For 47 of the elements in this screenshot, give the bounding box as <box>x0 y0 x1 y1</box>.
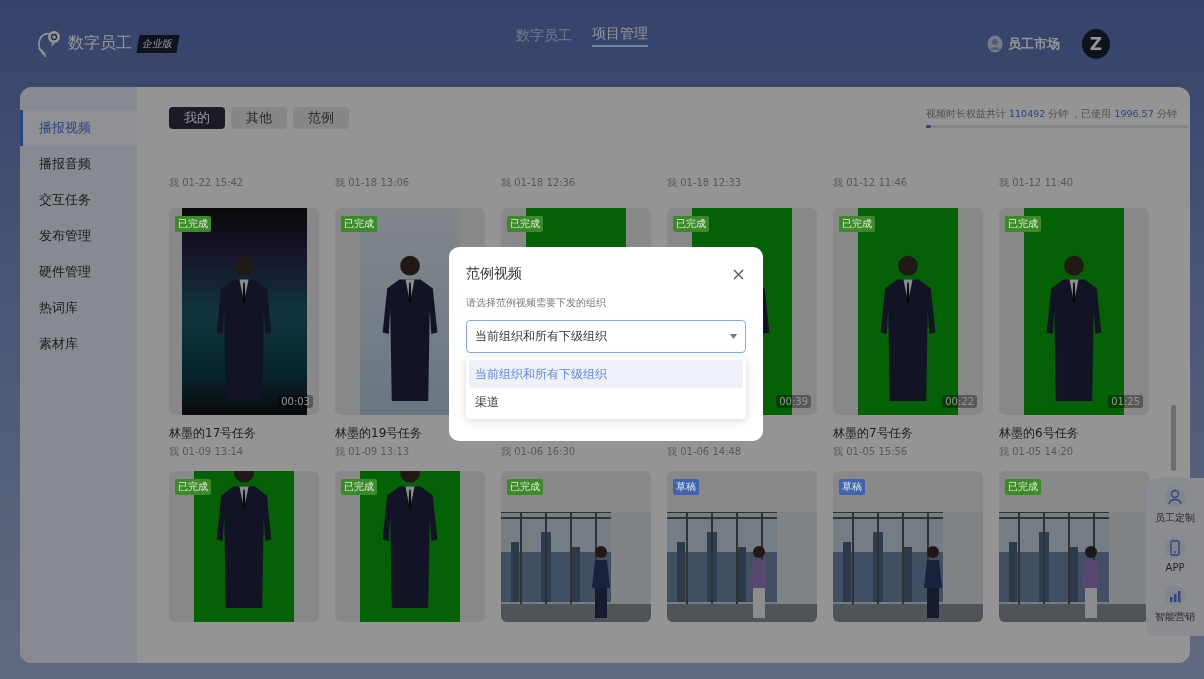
user-avatar[interactable]: Z <box>1082 28 1110 59</box>
sidebar-item[interactable]: 热词库 <box>20 290 137 326</box>
card-title: 林墨的6号任务 <box>999 425 1080 440</box>
dialog-hint: 请选择范例视频需要下发的组织 <box>466 297 607 310</box>
sidebar-item[interactable]: 发布管理 <box>20 218 137 254</box>
status-badge: 已完成 <box>1005 479 1041 495</box>
status-badge: 已完成 <box>175 479 211 495</box>
nav-tab[interactable]: 项目管理 <box>592 24 648 47</box>
status-badge: 已完成 <box>341 479 377 495</box>
status-badge: 已完成 <box>175 216 211 232</box>
card-title: 林墨的7号任务 <box>833 425 914 440</box>
sidebar-item[interactable]: 播报视频 <box>20 110 137 146</box>
dropdown-option[interactable]: 当前组织和所有下级组织 <box>469 360 743 388</box>
card-title: 林墨的17号任务 <box>169 425 258 440</box>
card-title: 林墨的19号任务 <box>335 425 424 440</box>
phone-icon <box>1164 537 1186 559</box>
market-link[interactable]: 员工市场 <box>987 34 1060 53</box>
status-badge: 已完成 <box>507 479 543 495</box>
status-badge: 草稿 <box>839 479 865 495</box>
sidebar-item[interactable]: 播报音频 <box>20 146 137 182</box>
person-icon <box>987 34 1003 53</box>
status-badge: 已完成 <box>507 216 543 232</box>
tab[interactable]: 范例 <box>293 107 349 129</box>
status-badge: 已完成 <box>1005 216 1041 232</box>
person-icon <box>1164 486 1186 508</box>
caret-icon <box>730 334 737 339</box>
scrollbar-thumb[interactable] <box>1171 405 1176 471</box>
tab[interactable]: 其他 <box>231 107 287 129</box>
dropdown-option[interactable]: 渠道 <box>469 388 743 416</box>
sidebar-item[interactable]: 交互任务 <box>20 182 137 218</box>
tab[interactable]: 我的 <box>169 107 225 129</box>
status-badge: 已完成 <box>839 216 875 232</box>
logo-text: 数字员工 <box>68 33 132 54</box>
status-badge: 草稿 <box>673 479 699 495</box>
status-badge: 已完成 <box>673 216 709 232</box>
edition-badge: 企业版 <box>136 34 180 53</box>
sidebar-item[interactable]: 硬件管理 <box>20 254 137 290</box>
bar-chart-icon <box>1164 585 1186 607</box>
organization-select[interactable]: 当前组织和所有下级组织 <box>466 320 746 353</box>
toolbar-button[interactable]: APP <box>1164 535 1186 579</box>
status-badge: 已完成 <box>341 216 377 232</box>
toolbar-button[interactable]: 员工定制 <box>1155 484 1195 531</box>
close-icon <box>733 268 744 280</box>
head-logo-icon <box>36 28 62 59</box>
sidebar-item[interactable]: 素材库 <box>20 326 137 362</box>
toolbar-button[interactable]: 智能营销 <box>1155 583 1195 630</box>
dialog-title: 范例视频 <box>466 265 522 283</box>
